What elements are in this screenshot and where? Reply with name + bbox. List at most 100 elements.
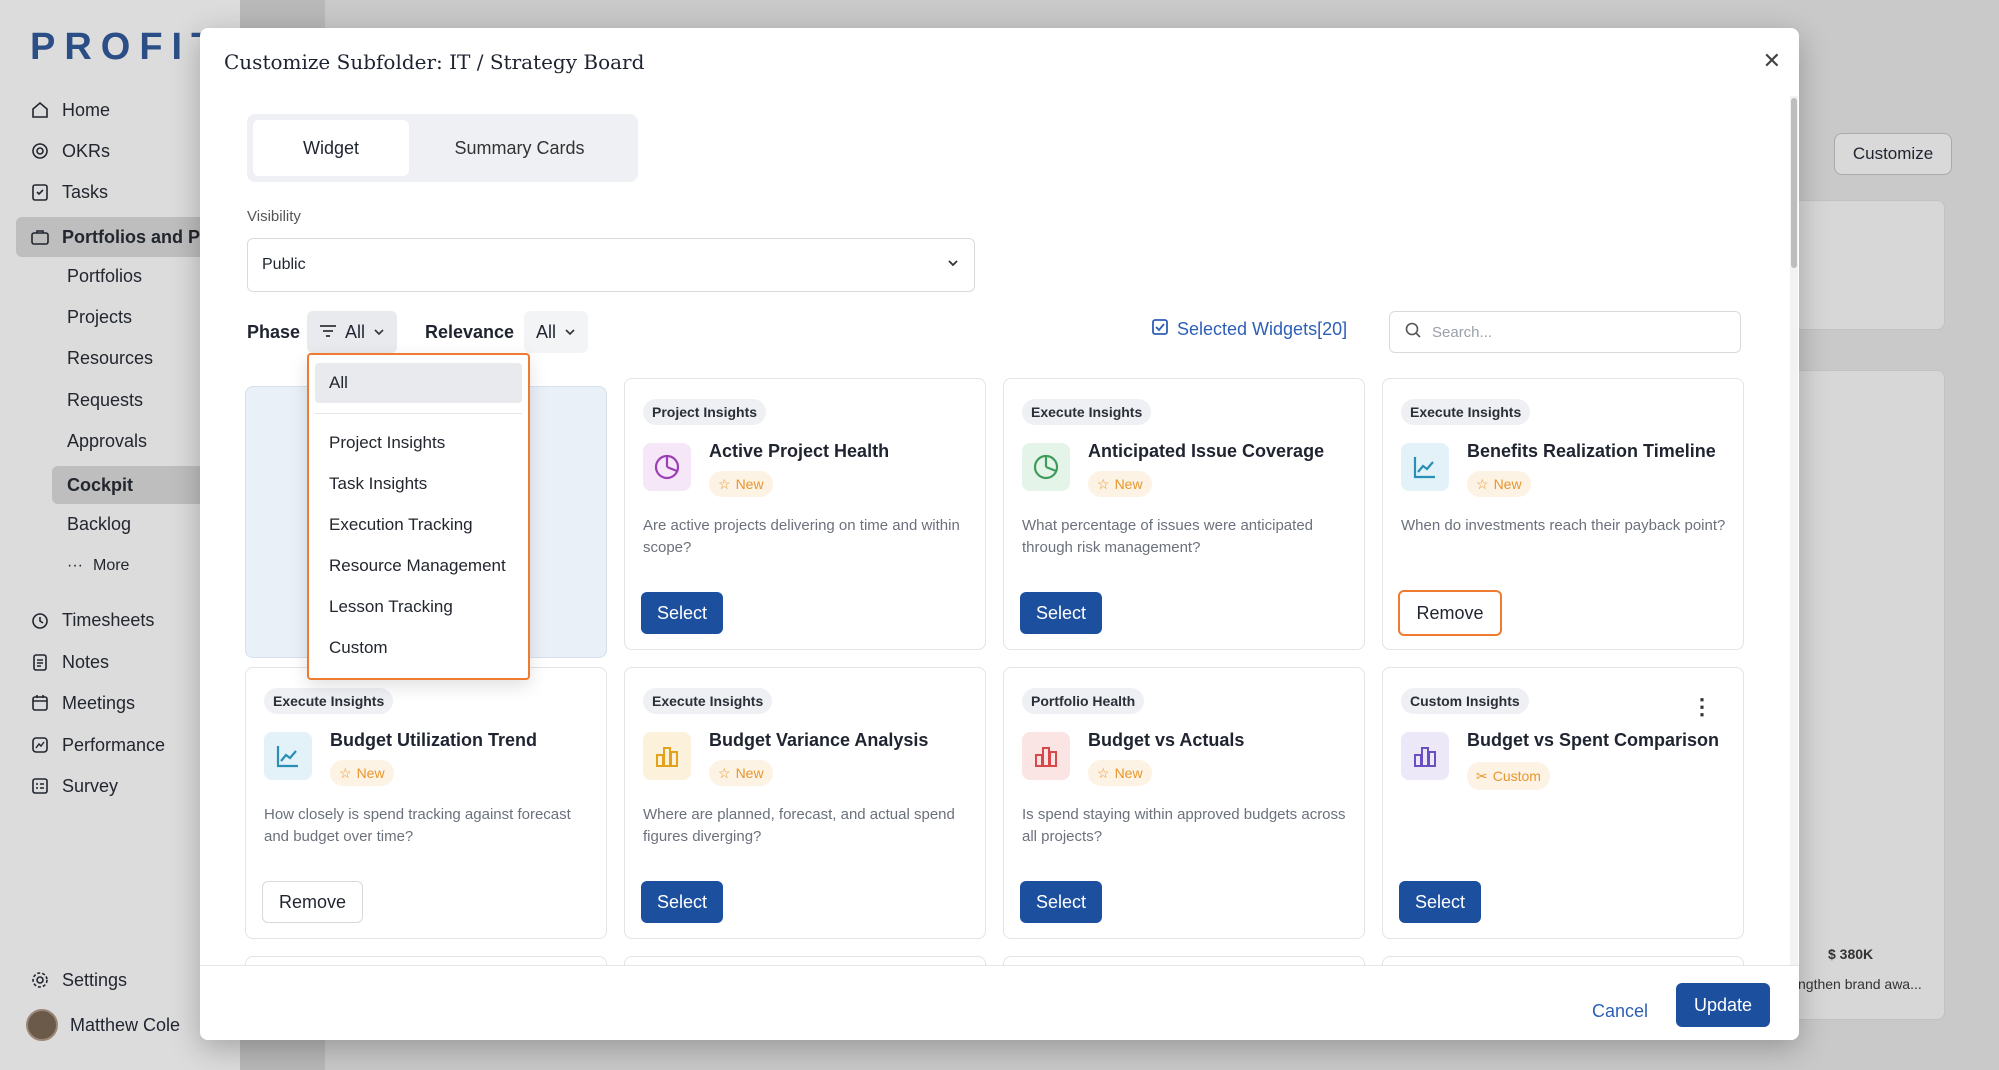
star-icon: ☆ [718,475,731,492]
remove-button[interactable]: Remove [262,881,364,923]
more-icon: ··· [67,557,83,574]
sidebar-item-label: Settings [62,969,128,990]
cancel-button[interactable]: Cancel [1592,1001,1648,1022]
sidebar-sub-requests[interactable]: Requests [67,380,143,420]
card-description: When do investments reach their payback … [1401,517,1726,534]
selected-widgets-link[interactable]: Selected Widgets[20] [1151,318,1347,341]
widget-card[interactable]: Custom Insights ⋮ Budget vs Spent Compar… [1382,667,1744,939]
widget-card[interactable]: Execute Insights Budget Utilization Tren… [245,667,607,939]
close-icon[interactable]: ✕ [1763,48,1781,74]
relevance-label: Relevance [425,321,515,342]
badge-label: New [1114,476,1143,492]
update-button[interactable]: Update [1676,983,1770,1027]
tab-widget[interactable]: Widget [253,120,409,176]
widget-card[interactable]: Execute Insights Anticipated Issue Cover… [1003,378,1365,650]
survey-icon [30,776,50,796]
visibility-value: Public [262,256,306,273]
customize-button[interactable]: Customize [1834,133,1952,175]
modal-scrollbar-thumb[interactable] [1791,98,1797,268]
line-chart-icon [1401,443,1449,491]
widget-card[interactable]: Portfolio Health Budget vs Actuals ☆ New … [1003,667,1365,939]
sidebar-item-survey[interactable]: Survey [30,766,118,806]
chevron-down-icon [373,322,385,343]
line-chart-icon [264,732,312,780]
sidebar-item-meetings[interactable]: Meetings [30,683,135,723]
remove-button[interactable]: Remove [1398,590,1502,636]
checkbox-icon [1151,318,1169,341]
modal-tabs: Widget Summary Cards [247,114,638,182]
sidebar-sub-backlog[interactable]: Backlog [67,504,131,544]
more-vertical-icon[interactable]: ⋮ [1691,694,1713,720]
star-icon: ☆ [1476,475,1489,492]
select-button[interactable]: Select [641,881,724,923]
background-note-label: ngthen brand awa... [1798,976,1922,992]
customize-modal: Customize Subfolder: IT / Strategy Board… [200,28,1799,1040]
widget-card[interactable]: Project Insights Active Project Health ☆… [624,378,986,650]
badge-label: New [735,765,764,781]
dropdown-item-resource-management[interactable]: Resource Management [315,545,522,586]
phase-filter: Phase [247,310,300,354]
more-label: More [92,557,130,574]
dropdown-item-all[interactable]: All [315,363,522,403]
widget-card[interactable]: Execute Insights Budget Variance Analysi… [624,667,986,939]
sidebar-more[interactable]: ··· More [67,546,129,586]
search-input[interactable]: Search... [1389,311,1741,353]
home-icon [30,100,50,120]
card-title: Anticipated Issue Coverage [1088,441,1325,461]
dropdown-item-custom[interactable]: Custom [315,627,522,668]
select-button[interactable]: Select [1020,881,1103,923]
visibility-select[interactable]: Public [247,238,975,292]
widget-card[interactable]: Execute Insights Benefits Realization Ti… [1382,378,1744,650]
sidebar-item-tasks[interactable]: Tasks [30,172,108,212]
sidebar-item-timesheets[interactable]: Timesheets [30,600,154,640]
sidebar-sub-approvals[interactable]: Approvals [67,421,147,461]
visibility-label: Visibility [247,208,301,225]
user-profile[interactable]: Matthew Cole [26,1009,180,1041]
badge-label: Custom [1492,768,1541,784]
sidebar-item-home[interactable]: Home [30,90,110,130]
sidebar-item-label: Home [62,99,111,120]
sidebar-item-label: Meetings [62,692,136,713]
background-value-label: $ 380K [1828,946,1874,962]
tab-summary-cards[interactable]: Summary Cards [409,120,630,176]
select-button[interactable]: Select [1399,881,1482,923]
sidebar-sub-projects[interactable]: Projects [67,297,132,337]
phase-filter-button[interactable]: All [307,311,398,353]
new-badge: ☆ New [330,760,394,786]
performance-icon [30,735,50,755]
relevance-filter-button[interactable]: All [524,311,589,353]
sidebar-item-okrs[interactable]: OKRs [30,131,110,171]
app-logo: PROFIT [30,26,224,68]
dropdown-item-lesson-tracking[interactable]: Lesson Tracking [315,586,522,627]
pie-chart-icon [1022,443,1070,491]
sidebar-item-settings[interactable]: Settings [30,960,127,1000]
sidebar-item-performance[interactable]: Performance [30,725,165,765]
sidebar-sub-portfolios[interactable]: Portfolios [67,256,142,296]
dropdown-item-project-insights[interactable]: Project Insights [315,422,522,463]
card-description: Where are planned, forecast, and actual … [643,806,955,845]
badge-label: New [1493,476,1522,492]
new-badge: ☆ New [1088,471,1152,497]
search-placeholder: Search... [1432,323,1493,341]
star-icon: ☆ [1097,764,1110,781]
sidebar-item-label: Performance [62,734,166,755]
dropdown-item-execution-tracking[interactable]: Execution Tracking [315,504,522,545]
modal-footer [200,965,1799,1040]
dropdown-item-task-insights[interactable]: Task Insights [315,463,522,504]
card-tag: Portfolio Health [1022,688,1145,714]
sidebar-item-portfolios-and-projects[interactable]: Portfolios and Pr [30,217,207,257]
tools-icon: ✂ [1476,767,1488,784]
card-description: What percentage of issues were anticipat… [1022,517,1313,556]
selected-widgets-label: Selected Widgets[20] [1177,319,1348,339]
new-badge: ☆ New [1467,471,1531,497]
sidebar-sub-cockpit[interactable]: Cockpit [67,465,133,505]
phase-value: All [345,321,366,342]
bar-chart-icon [643,732,691,780]
card-tag: Execute Insights [1401,399,1531,425]
chevron-down-icon [564,322,576,343]
phase-filter-button-wrap: All [307,310,398,354]
sidebar-sub-resources[interactable]: Resources [67,338,153,378]
select-button[interactable]: Select [641,592,724,634]
sidebar-item-notes[interactable]: Notes [30,642,109,682]
select-button[interactable]: Select [1020,592,1103,634]
